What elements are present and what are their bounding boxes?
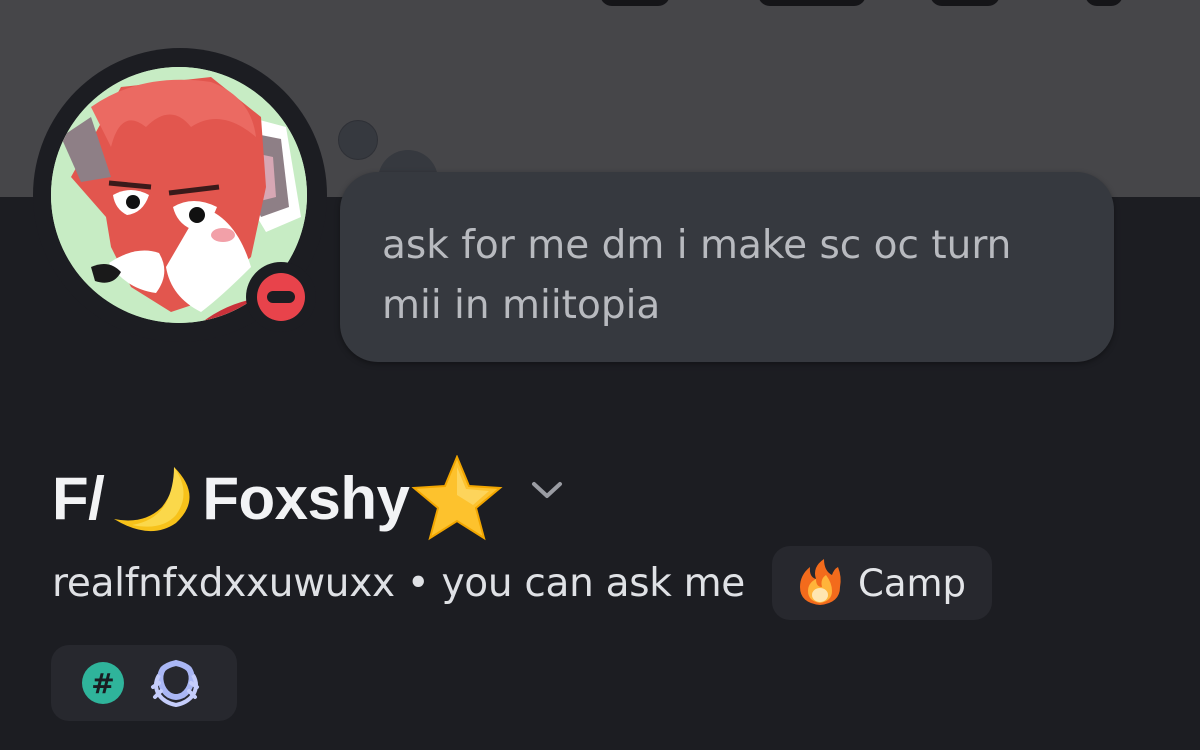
thought-bubble-dot [338, 120, 378, 160]
dnd-status-icon [257, 273, 305, 321]
banner-mark [1085, 0, 1123, 6]
server-tag-label: Camp [858, 561, 967, 605]
hashtag-badge-icon[interactable]: # [82, 662, 124, 704]
custom-status-text: ask for me dm i make sc oc turn mii in m… [382, 223, 1012, 328]
display-name-prefix: F/ [52, 464, 105, 532]
banner-mark [600, 0, 670, 6]
username[interactable]: realfnfxdxxuwuxx [52, 561, 395, 606]
custom-status-bubble[interactable]: ask for me dm i make sc oc turn mii in m… [340, 172, 1114, 362]
profile-card: ask for me dm i make sc oc turn mii in m… [0, 0, 1200, 750]
laurel-badge-icon[interactable] [149, 657, 203, 711]
banner-mark [930, 0, 1000, 6]
crescent-moon-icon [114, 467, 190, 532]
pronouns: you can ask me [441, 560, 746, 606]
separator-dot: • [406, 560, 430, 606]
badge-list: # [51, 645, 237, 721]
star-icon [411, 455, 503, 541]
banner-mark [758, 0, 866, 6]
chevron-down-icon[interactable] [531, 481, 563, 501]
display-name: Foxshy [202, 464, 410, 532]
username-row: realfnfxdxxuwuxx • you can ask me Camp [52, 545, 993, 621]
display-name-row[interactable]: F/ Foxshy [52, 452, 563, 544]
flame-icon [800, 559, 841, 605]
server-tag-chip[interactable]: Camp [772, 546, 993, 620]
